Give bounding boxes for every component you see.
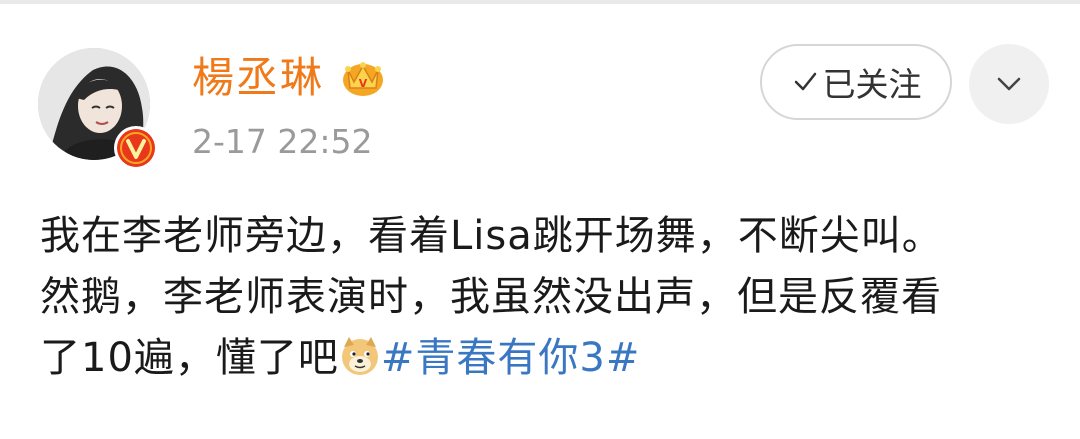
post-text-line-last: 了10遍，懂了吧 #青春有你3# bbox=[40, 328, 1050, 389]
post-text-line: 我在李老师旁边，看着Lisa跳开场舞，不断尖叫。 bbox=[40, 213, 943, 259]
username[interactable]: 楊丞琳 bbox=[192, 50, 324, 106]
follow-button[interactable]: 已关注 bbox=[760, 44, 952, 120]
crown-icon[interactable]: V bbox=[340, 56, 386, 98]
post-timestamp: 2-17 22:52 bbox=[192, 122, 373, 161]
verified-v-badge-icon bbox=[114, 126, 158, 170]
post-text-line: 然鹅，李老师表演时，我虽然没出声，但是反覆看 bbox=[40, 274, 942, 320]
doge-emoji-icon bbox=[341, 337, 378, 375]
hashtag-link[interactable]: #青春有你3# bbox=[381, 335, 640, 381]
top-divider bbox=[0, 0, 1080, 4]
follow-label: 已关注 bbox=[822, 65, 922, 104]
post-text-line: 了10遍，懂了吧 bbox=[40, 335, 339, 381]
check-icon bbox=[794, 72, 816, 91]
post-body: 我在李老师旁边，看着Lisa跳开场舞，不断尖叫。 然鹅，李老师表演时，我虽然没出… bbox=[40, 206, 1050, 389]
chevron-down-icon bbox=[997, 77, 1021, 91]
svg-text:V: V bbox=[359, 77, 368, 90]
more-options-button[interactable] bbox=[969, 44, 1049, 124]
